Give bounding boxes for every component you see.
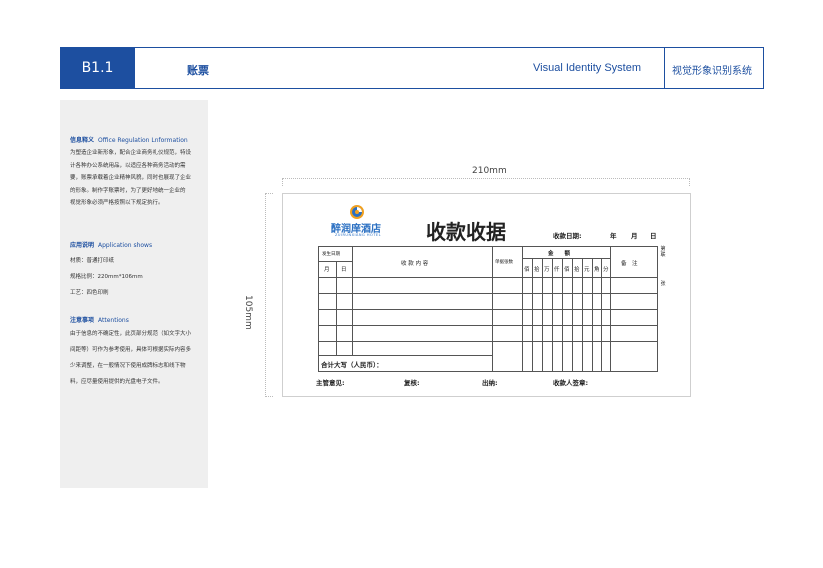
header-separator [664, 47, 665, 89]
table-rule [582, 258, 583, 372]
copy-note-top: 第联 [660, 246, 666, 258]
info-heading: 信息释义 Office Regulation Lnformation [70, 135, 188, 144]
unit-label: 万 [544, 267, 550, 273]
unit-label: 分 [603, 267, 609, 273]
width-dimension-line [282, 178, 690, 186]
table-rule [601, 258, 602, 372]
section-code-badge: B1.1 [60, 47, 135, 89]
table-rule [562, 258, 563, 372]
table-rule [352, 246, 353, 355]
info-heading-en: Office Regulation Lnformation [98, 137, 188, 144]
signature-payee: 收款人签章: [553, 379, 589, 387]
total-label: 合计大写（人民币）： [321, 361, 383, 369]
col-content: 收 款 内 容 [401, 261, 429, 267]
table-rule [552, 258, 553, 372]
system-title-cn: 视觉形象识别系统 [672, 66, 752, 77]
signature-manager: 主管意见: [316, 379, 345, 387]
attention-heading-en: Attentions [98, 317, 129, 324]
col-month: 月 [324, 267, 330, 273]
application-heading-en: Application shows [98, 242, 153, 249]
table-rule [572, 258, 573, 372]
table-rule [610, 246, 611, 372]
application-line: 规格比例：220mm*106mm [70, 274, 143, 280]
table-rule [532, 258, 533, 372]
application-text: 材质：普通打印纸 规格比例：220mm*106mm 工艺：四色印刷 [70, 253, 202, 301]
unit-label: 仟 [554, 267, 560, 273]
signature-review: 复核: [404, 379, 420, 387]
col-day: 日 [341, 267, 347, 273]
table-rule [318, 309, 657, 310]
info-heading-cn: 信息释义 [70, 137, 95, 144]
table-rule [318, 277, 657, 278]
table-rule [522, 246, 523, 372]
info-line: 要，账票承载着企业精神风貌，同时也展现了企业 [70, 175, 192, 181]
attention-line: 由于信息的不确定性，此页部分规范（如文字大小 [70, 331, 192, 337]
table-rule [522, 258, 610, 259]
unit-label: 拾 [534, 267, 540, 273]
attention-heading-cn: 注意事项 [70, 317, 95, 324]
receipt-form: 醉润庠酒店 ZUIRUNXIANG HOTEL 收款收据 收款日期: 年 月 日… [282, 193, 691, 397]
unit-label: 角 [594, 267, 600, 273]
table-rule [318, 341, 657, 342]
table-rule [492, 371, 657, 372]
table-rule [318, 355, 492, 356]
width-dimension-label: 210mm [472, 166, 507, 176]
table-rule [318, 325, 657, 326]
logo-name-en: ZUIRUNXIANG HOTEL [335, 233, 382, 237]
table-rule [336, 261, 337, 355]
application-line: 工艺：四色印刷 [70, 290, 109, 296]
receipt-table: 发生日期 月 日 收 款 内 容 单据张数 金 额 备 注 佰 拾 万 仟 佰 … [318, 246, 658, 372]
col-remark: 备 注 [621, 261, 638, 267]
table-rule [318, 246, 657, 247]
table-rule [592, 258, 593, 372]
unit-label: 拾 [574, 267, 580, 273]
height-dimension-label: 105mm [243, 295, 253, 330]
application-line: 材质：普通打印纸 [70, 258, 115, 264]
col-amount: 金 额 [548, 251, 571, 257]
header-right-border [763, 47, 764, 89]
system-title-en: Visual Identity System [533, 62, 642, 74]
logo-swirl-icon [350, 205, 364, 219]
attention-line: 料，应尽量使用提供的光盘电子文件。 [70, 379, 164, 385]
unit-label: 佰 [564, 267, 570, 273]
section-title: 账票 [187, 64, 209, 77]
application-heading: 应用说明 Application shows [70, 240, 152, 249]
info-line: 视觉形象必须严格按照以下规定执行。 [70, 200, 164, 206]
col-voucher: 单据张数 [495, 260, 513, 265]
height-dimension-line [265, 193, 273, 397]
table-rule [542, 258, 543, 372]
info-line: 的形象。制作字账票时，为了更好地统一企业的 [70, 187, 186, 194]
header-bottom-rule [135, 88, 763, 89]
receipt-title: 收款收据 [426, 220, 506, 244]
date-label: 收款日期: [553, 232, 582, 240]
info-sidebar: 信息释义 Office Regulation Lnformation 为塑造企业新… [60, 100, 208, 488]
table-rule [318, 371, 492, 372]
attention-text: 由于信息的不确定性，此页部分规范（如文字大小 间距等）可作为参考使用，具体可根据… [70, 326, 202, 390]
table-rule [318, 261, 352, 262]
header-top-rule [60, 47, 763, 48]
table-rule [492, 246, 493, 372]
signature-cashier: 出纳: [482, 379, 498, 387]
attention-heading: 注意事项 Attentions [70, 315, 129, 324]
month-label: 月 [631, 232, 638, 240]
table-rule [318, 293, 657, 294]
unit-label: 佰 [524, 267, 530, 273]
col-occur-date: 发生日期 [322, 252, 340, 257]
attention-line: 间距等）可作为参考使用，具体可根据实际内容多 [70, 347, 192, 353]
attention-line: 少来调整，在一般情况下使用成牌标志和线下物 [70, 363, 186, 369]
table-rule [657, 246, 658, 372]
day-label: 日 [650, 232, 657, 240]
copy-note-bottom: 张 [660, 281, 666, 287]
info-line: 计各种办公系统用品，以适应各种商务活动的需 [70, 162, 186, 169]
application-heading-cn: 应用说明 [70, 242, 95, 249]
year-label: 年 [610, 232, 617, 240]
table-rule [318, 246, 319, 372]
info-line: 为塑造企业新形象，配合企业商务礼仪规范，特设 [70, 150, 192, 156]
info-text: 为塑造企业新形象，配合企业商务礼仪规范，特设 计各种办公系统用品，以适应各种商务… [70, 147, 202, 210]
unit-label: 元 [584, 267, 590, 273]
